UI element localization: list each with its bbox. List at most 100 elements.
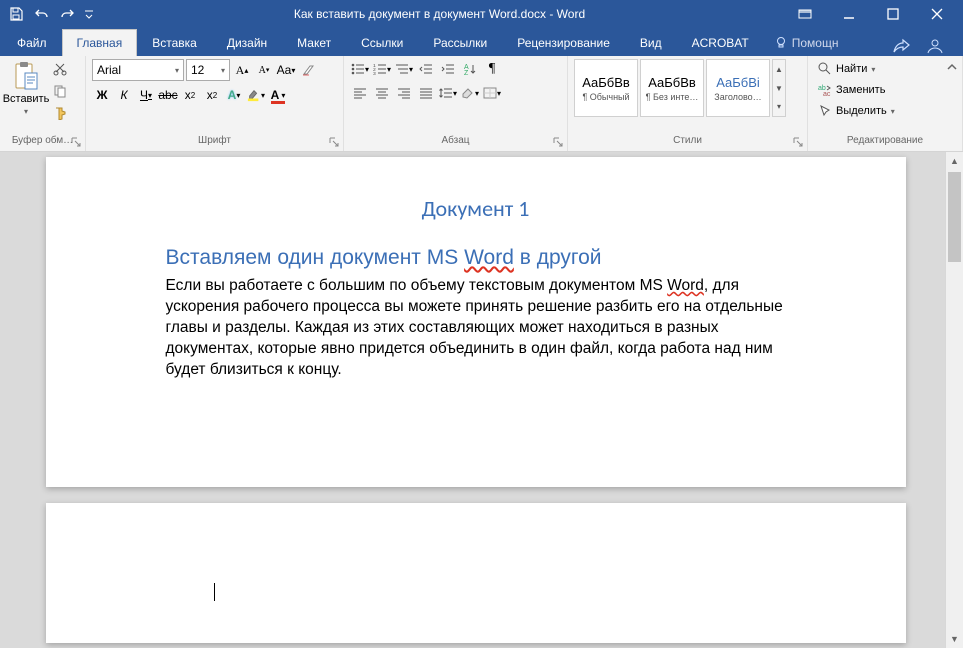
sort-icon[interactable]: AZ — [460, 59, 480, 79]
tab-home[interactable]: Главная — [62, 29, 138, 56]
italic-icon[interactable]: К — [114, 85, 134, 105]
font-launcher-icon[interactable] — [329, 137, 341, 149]
tab-file[interactable]: Файл — [2, 29, 62, 56]
highlight-icon[interactable]: ▾ — [246, 85, 266, 105]
font-color-icon[interactable]: A▾ — [268, 85, 288, 105]
copy-icon[interactable] — [50, 81, 70, 101]
svg-text:Z: Z — [464, 70, 469, 75]
tab-view[interactable]: Вид — [625, 29, 677, 56]
bold-icon[interactable]: Ж — [92, 85, 112, 105]
cursor-icon — [818, 104, 832, 118]
window-title: Как вставить документ в документ Word.do… — [96, 7, 783, 21]
ribbon: Вставить ▾ Буфер обм… Arial▾ 12▾ A▴ A▾ A… — [0, 56, 963, 152]
tab-insert[interactable]: Вставка — [137, 29, 212, 56]
borders-icon[interactable]: ▾ — [482, 83, 502, 103]
paragraph-group-label: Абзац — [350, 133, 561, 149]
align-center-icon[interactable] — [372, 83, 392, 103]
paragraph-launcher-icon[interactable] — [553, 137, 565, 149]
styles-group-label: Стили — [574, 133, 801, 149]
maximize-icon[interactable] — [871, 0, 915, 28]
increase-indent-icon[interactable] — [438, 59, 458, 79]
document-body: Если вы работаете с большим по объему те… — [166, 276, 786, 381]
replace-button[interactable]: abac Заменить — [814, 80, 889, 100]
paste-button[interactable]: Вставить ▾ — [6, 59, 46, 117]
find-button[interactable]: Найти▾ — [814, 59, 879, 79]
text-cursor — [214, 583, 215, 601]
styles-launcher-icon[interactable] — [793, 137, 805, 149]
underline-icon[interactable]: Ч▾ — [136, 85, 156, 105]
align-left-icon[interactable] — [350, 83, 370, 103]
styles-gallery-scroll[interactable]: ▲ ▼ ▾ — [772, 59, 786, 117]
grow-font-icon[interactable]: A▴ — [232, 60, 252, 80]
styles-more-icon[interactable]: ▾ — [773, 97, 785, 116]
minimize-icon[interactable] — [827, 0, 871, 28]
tab-acrobat[interactable]: ACROBAT — [677, 29, 764, 56]
scroll-up-icon[interactable]: ▲ — [946, 152, 963, 170]
subscript-icon[interactable]: x2 — [180, 85, 200, 105]
shading-icon[interactable]: ▾ — [460, 83, 480, 103]
tab-review[interactable]: Рецензирование — [502, 29, 625, 56]
clear-format-icon[interactable] — [298, 60, 318, 80]
tab-design[interactable]: Дизайн — [212, 29, 282, 56]
document-workspace: Документ 1 Вставляем один документ MS Wo… — [0, 152, 963, 648]
scroll-down-icon[interactable]: ▼ — [946, 630, 963, 648]
align-right-icon[interactable] — [394, 83, 414, 103]
format-painter-icon[interactable] — [50, 103, 70, 123]
superscript-icon[interactable]: x2 — [202, 85, 222, 105]
account-icon[interactable] — [925, 38, 949, 56]
tab-layout[interactable]: Макет — [282, 29, 346, 56]
scroll-thumb[interactable] — [948, 172, 961, 262]
tab-references[interactable]: Ссылки — [346, 29, 418, 56]
replace-icon: abac — [818, 83, 832, 97]
styles-down-icon[interactable]: ▼ — [773, 79, 785, 98]
document-title: Документ 1 — [166, 195, 786, 222]
font-name-combo[interactable]: Arial▾ — [92, 59, 184, 81]
line-spacing-icon[interactable]: ▾ — [438, 83, 458, 103]
close-icon[interactable] — [915, 0, 959, 28]
undo-icon[interactable] — [30, 2, 54, 26]
tell-me-search[interactable]: Помощн — [764, 30, 849, 56]
qat-customize-icon[interactable] — [82, 2, 96, 26]
page-2[interactable] — [46, 503, 906, 643]
page-1[interactable]: Документ 1 Вставляем один документ MS Wo… — [46, 157, 906, 487]
document-heading: Вставляем один документ MS Word в другой — [166, 244, 786, 270]
font-group-label: Шрифт — [92, 133, 337, 149]
styles-up-icon[interactable]: ▲ — [773, 60, 785, 79]
style-heading1[interactable]: АаБбВі Заголово… — [706, 59, 770, 117]
shrink-font-icon[interactable]: A▾ — [254, 60, 274, 80]
justify-icon[interactable] — [416, 83, 436, 103]
paste-label: Вставить — [3, 93, 50, 105]
bullets-icon[interactable]: ▾ — [350, 59, 370, 79]
strike-icon[interactable]: abc — [158, 85, 178, 105]
document-scroll-area[interactable]: Документ 1 Вставляем один документ MS Wo… — [0, 152, 945, 648]
font-size-combo[interactable]: 12▾ — [186, 59, 230, 81]
svg-text:ac: ac — [823, 91, 831, 97]
redo-icon[interactable] — [56, 2, 80, 26]
tab-mailings[interactable]: Рассылки — [418, 29, 502, 56]
svg-text:3: 3 — [373, 71, 376, 75]
ribbon-options-icon[interactable] — [783, 0, 827, 28]
clipboard-group-label: Буфер обм… — [6, 133, 79, 149]
decrease-indent-icon[interactable] — [416, 59, 436, 79]
share-icon[interactable] — [891, 38, 915, 56]
change-case-icon[interactable]: Aa▾ — [276, 60, 296, 80]
text-effects-icon[interactable]: A▾ — [224, 85, 244, 105]
cut-icon[interactable] — [50, 59, 70, 79]
ribbon-tab-bar: Файл Главная Вставка Дизайн Макет Ссылки… — [0, 28, 963, 56]
save-icon[interactable] — [4, 2, 28, 26]
lightbulb-icon — [774, 36, 788, 50]
collapse-ribbon-icon[interactable] — [943, 58, 961, 76]
editing-group-label: Редактирование — [814, 133, 956, 149]
show-marks-icon[interactable]: ¶ — [482, 59, 502, 79]
numbering-icon[interactable]: 123▾ — [372, 59, 392, 79]
tell-me-label: Помощн — [792, 36, 839, 50]
vertical-scrollbar[interactable]: ▲ ▼ — [945, 152, 963, 648]
style-normal[interactable]: АаБбВв ¶ Обычный — [574, 59, 638, 117]
search-icon — [818, 62, 832, 76]
title-bar: Как вставить документ в документ Word.do… — [0, 0, 963, 28]
select-button[interactable]: Выделить▾ — [814, 101, 899, 121]
multilevel-icon[interactable]: ▾ — [394, 59, 414, 79]
clipboard-launcher-icon[interactable] — [71, 137, 83, 149]
style-no-spacing[interactable]: АаБбВв ¶ Без инте… — [640, 59, 704, 117]
clipboard-icon — [13, 61, 39, 91]
